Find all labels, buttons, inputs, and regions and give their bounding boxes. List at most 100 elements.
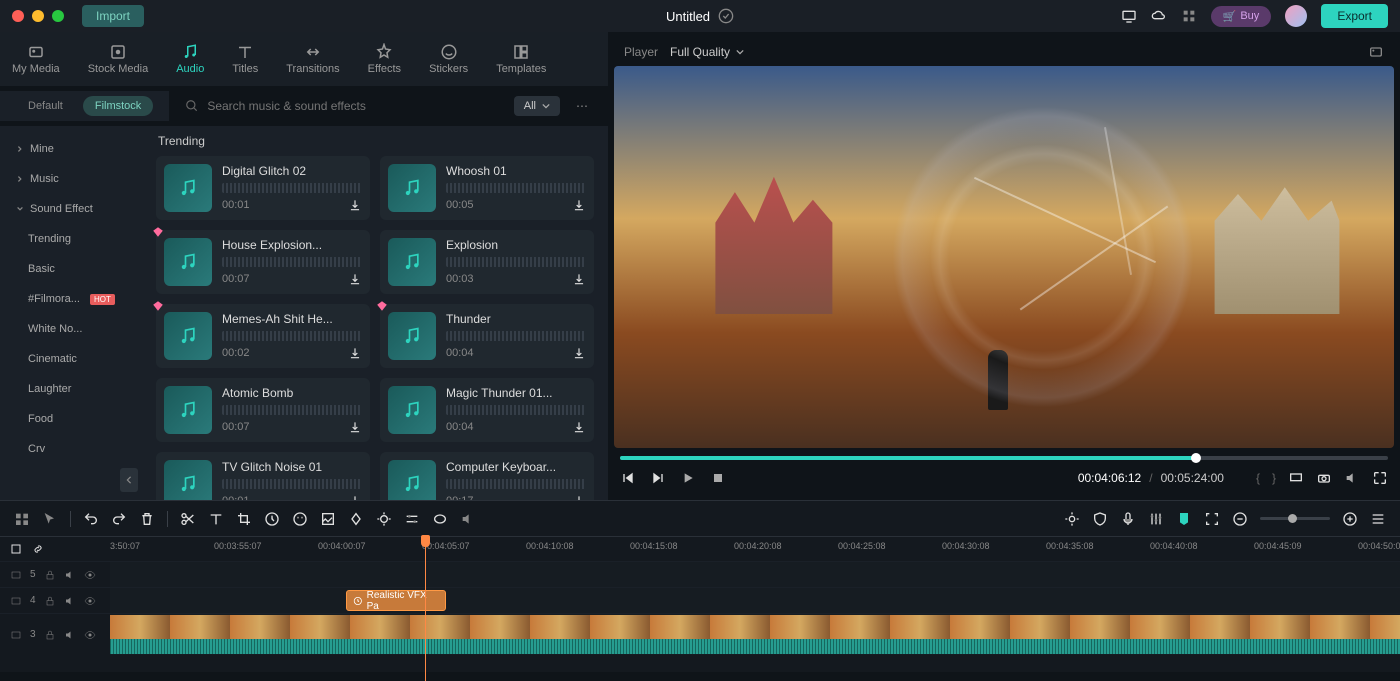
select-tool-icon[interactable]: [42, 511, 58, 527]
audio-thumb[interactable]: [388, 238, 436, 286]
audio-card[interactable]: Thunder00:04: [380, 304, 594, 368]
audio-card[interactable]: Whoosh 0100:05: [380, 156, 594, 220]
progress-thumb[interactable]: [1191, 453, 1201, 463]
audio-thumb[interactable]: [388, 386, 436, 434]
audio-thumb[interactable]: [164, 312, 212, 360]
mute-icon[interactable]: [64, 595, 76, 607]
track-head-4[interactable]: 4: [0, 588, 110, 613]
crop-icon[interactable]: [236, 511, 252, 527]
audio-waveform[interactable]: [110, 639, 1400, 654]
prev-frame-icon[interactable]: [620, 470, 636, 486]
zoom-slider[interactable]: [1260, 517, 1330, 520]
tab-my-media[interactable]: My Media: [6, 39, 66, 79]
audio-card[interactable]: Memes-Ah Shit He...00:02: [156, 304, 370, 368]
tab-templates[interactable]: Templates: [490, 39, 552, 79]
brightness-icon[interactable]: [1064, 511, 1080, 527]
playhead[interactable]: [425, 537, 426, 681]
preview-viewport[interactable]: [614, 66, 1394, 448]
snapshot-icon[interactable]: [1368, 44, 1384, 60]
download-icon[interactable]: [348, 198, 362, 212]
audio-card[interactable]: Digital Glitch 0200:01: [156, 156, 370, 220]
bracket-in-icon[interactable]: {: [1256, 471, 1260, 485]
audio-thumb[interactable]: [164, 164, 212, 212]
fit-icon[interactable]: [1204, 511, 1220, 527]
download-icon[interactable]: [348, 420, 362, 434]
track-display-icon[interactable]: [14, 511, 30, 527]
audio-tool-icon[interactable]: [460, 511, 476, 527]
sidebar-item-whiteno[interactable]: White No...: [0, 314, 142, 344]
color-icon[interactable]: [292, 511, 308, 527]
sidebar-item-music[interactable]: Music: [0, 164, 142, 194]
text-icon[interactable]: [208, 511, 224, 527]
export-button[interactable]: Export: [1321, 4, 1388, 28]
lock-icon[interactable]: [44, 595, 56, 607]
tab-stock-media[interactable]: Stock Media: [82, 39, 155, 79]
tab-stickers[interactable]: Stickers: [423, 39, 474, 79]
split-icon[interactable]: [180, 511, 196, 527]
tab-titles[interactable]: Titles: [226, 39, 264, 79]
display-mode-icon[interactable]: [1288, 470, 1304, 486]
audio-thumb[interactable]: [164, 386, 212, 434]
collapse-sidebar[interactable]: [120, 468, 138, 492]
audio-thumb[interactable]: [388, 312, 436, 360]
speed-icon[interactable]: [264, 511, 280, 527]
mask-icon[interactable]: [432, 511, 448, 527]
audio-thumb[interactable]: [164, 460, 212, 500]
subtab-filmstock[interactable]: Filmstock: [83, 96, 153, 116]
sidebar-item-mine[interactable]: Mine: [0, 134, 142, 164]
camera-icon[interactable]: [1316, 470, 1332, 486]
track-head-5[interactable]: 5: [0, 562, 110, 587]
zoom-in-icon[interactable]: [1342, 511, 1358, 527]
download-icon[interactable]: [348, 272, 362, 286]
next-frame-icon[interactable]: [650, 470, 666, 486]
track-body-4[interactable]: Realistic VFX Pa: [110, 588, 1400, 613]
visibility-icon[interactable]: [84, 595, 96, 607]
window-maximize[interactable]: [52, 10, 64, 22]
bracket-out-icon[interactable]: }: [1272, 471, 1276, 485]
mute-icon[interactable]: [64, 629, 76, 641]
download-icon[interactable]: [572, 420, 586, 434]
tab-audio[interactable]: Audio: [170, 39, 210, 79]
sidebar-item-cinematic[interactable]: Cinematic: [0, 344, 142, 374]
marker-icon[interactable]: [1176, 511, 1192, 527]
audio-card[interactable]: Magic Thunder 01...00:04: [380, 378, 594, 442]
delete-icon[interactable]: [139, 511, 155, 527]
audio-card[interactable]: Computer Keyboar...00:17: [380, 452, 594, 500]
link-icon[interactable]: [32, 543, 44, 555]
window-minimize[interactable]: [32, 10, 44, 22]
track-body-5[interactable]: [110, 562, 1400, 587]
buy-button[interactable]: 🛒Buy: [1211, 6, 1272, 27]
sidebar-item-basic[interactable]: Basic: [0, 254, 142, 284]
audio-card[interactable]: Atomic Bomb00:07: [156, 378, 370, 442]
avatar[interactable]: [1285, 5, 1307, 27]
tab-effects[interactable]: Effects: [362, 39, 407, 79]
keyframe-icon[interactable]: [348, 511, 364, 527]
undo-icon[interactable]: [83, 511, 99, 527]
visibility-icon[interactable]: [84, 629, 96, 641]
mic-icon[interactable]: [1120, 511, 1136, 527]
stop-icon[interactable]: [710, 470, 726, 486]
audio-thumb[interactable]: [388, 164, 436, 212]
import-button[interactable]: Import: [82, 5, 144, 27]
volume-icon[interactable]: [1344, 470, 1360, 486]
sidebar-item-laughter[interactable]: Laughter: [0, 374, 142, 404]
quality-dropdown[interactable]: Full Quality: [670, 45, 744, 59]
window-close[interactable]: [12, 10, 24, 22]
track-head-3[interactable]: 3: [0, 614, 110, 655]
download-icon[interactable]: [572, 272, 586, 286]
audio-thumb[interactable]: [164, 238, 212, 286]
download-icon[interactable]: [572, 346, 586, 360]
download-icon[interactable]: [572, 198, 586, 212]
track-view-icon[interactable]: [1370, 511, 1386, 527]
download-icon[interactable]: [572, 494, 586, 500]
audio-card[interactable]: Explosion00:03: [380, 230, 594, 294]
sidebar-item-soundeffect[interactable]: Sound Effect: [0, 194, 142, 224]
sidebar-item-food[interactable]: Food: [0, 404, 142, 434]
progress-track[interactable]: [620, 456, 1388, 460]
audio-card[interactable]: TV Glitch Noise 0100:01: [156, 452, 370, 500]
subtab-default[interactable]: Default: [16, 96, 75, 116]
visibility-icon[interactable]: [84, 569, 96, 581]
apps-icon[interactable]: [1181, 8, 1197, 24]
clip-realistic-vfx[interactable]: Realistic VFX Pa: [346, 590, 446, 611]
play-icon[interactable]: [680, 470, 696, 486]
